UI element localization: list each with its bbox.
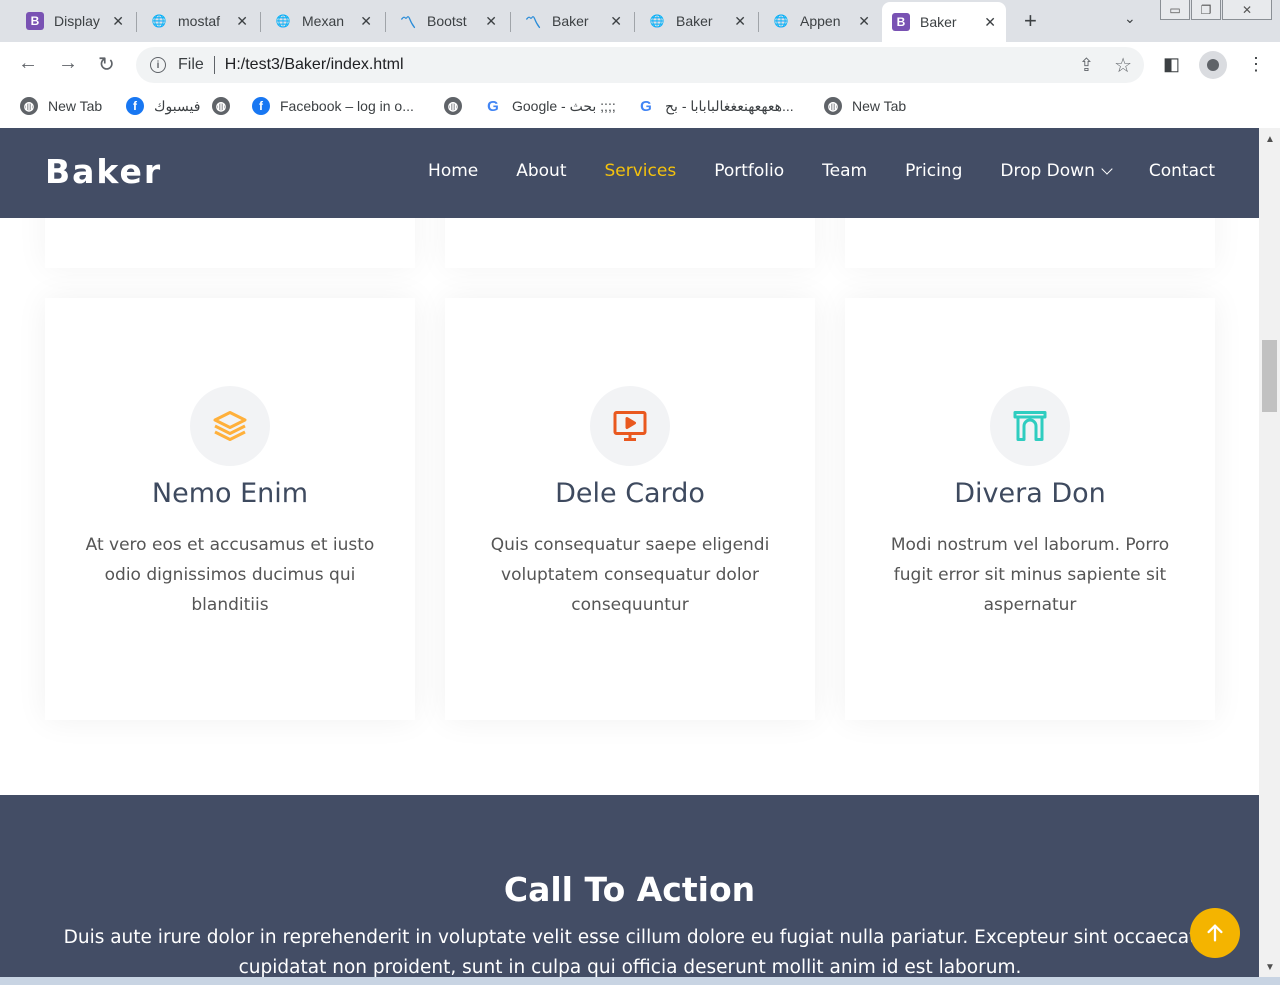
browser-tab[interactable]: 〽 Baker ✕ (514, 4, 632, 38)
nav-services[interactable]: Services (605, 161, 677, 181)
back-arrow-icon[interactable]: ← (18, 52, 38, 75)
bookmark-item[interactable]: ◍ New Tab (824, 97, 906, 115)
service-title: Dele Cardo (555, 478, 705, 509)
scroll-up-arrow-icon[interactable]: ▲ (1265, 134, 1275, 145)
bookmark-item[interactable]: f فيسبوك (126, 97, 200, 115)
service-card: Dele Cardo Quis consequatur saepe eligen… (445, 298, 815, 720)
globe-icon: ◍ (824, 97, 842, 115)
service-card: Divera Don Modi nostrum vel laborum. Por… (845, 298, 1215, 720)
scrollbar-thumb[interactable] (1262, 340, 1277, 412)
os-taskbar (0, 977, 1280, 985)
facebook-icon: f (252, 97, 270, 115)
bookmark-item[interactable]: ◍ New Tab (20, 97, 102, 115)
bookmark-item[interactable]: ◍ (444, 97, 472, 115)
minimize-button[interactable]: ▭ (1160, 0, 1190, 20)
close-tab-icon[interactable]: ✕ (236, 13, 248, 30)
google-icon: G (637, 97, 655, 115)
menu-dots-icon[interactable]: ⋮ (1247, 54, 1265, 75)
address-bar[interactable]: i File H:/test3/Baker/index.html ⇪ ☆ (136, 47, 1144, 83)
bootstrap-icon: B (892, 13, 910, 31)
browser-tab[interactable]: 〽 Bootst ✕ (389, 4, 507, 38)
google-icon: G (484, 97, 502, 115)
service-card: Nemo Enim At vero eos et accusamus et iu… (45, 298, 415, 720)
main-nav: Home About Services Portfolio Team Prici… (390, 161, 1215, 181)
nav-pricing[interactable]: Pricing (905, 161, 962, 181)
new-tab-button[interactable]: + (1024, 8, 1037, 34)
profile-avatar[interactable] (1199, 51, 1227, 79)
close-tab-icon[interactable]: ✕ (984, 14, 996, 31)
globe-icon: 🌐 (773, 14, 789, 28)
side-panel-icon[interactable]: ◧ (1163, 54, 1180, 75)
nav-dropdown-label: Drop Down (1000, 161, 1095, 181)
forward-arrow-icon[interactable]: → (58, 52, 78, 75)
page-viewport: excepturi Baker Home About Services Port… (0, 128, 1259, 985)
globe-icon: ◍ (444, 97, 462, 115)
globe-icon: ◍ (20, 97, 38, 115)
globe-icon: 🌐 (275, 14, 291, 28)
arrow-up-icon (1207, 924, 1223, 942)
globe-icon: 🌐 (151, 14, 167, 28)
close-tab-icon[interactable]: ✕ (610, 13, 622, 30)
close-window-button[interactable]: ✕ (1222, 0, 1272, 20)
bookmark-item[interactable]: f Facebook – log in o... (252, 97, 414, 115)
close-tab-icon[interactable]: ✕ (734, 13, 746, 30)
nav-dropdown[interactable]: Drop Down (1000, 161, 1113, 181)
nav-home[interactable]: Home (428, 161, 478, 181)
service-description: At vero eos et accusamus et iusto odio d… (85, 535, 375, 615)
browser-tab[interactable]: 🌐 mostaf ✕ (140, 4, 258, 38)
service-title: Nemo Enim (151, 478, 309, 509)
chevron-down-icon (1101, 163, 1113, 175)
browser-tab[interactable]: 🌐 Baker ✕ (638, 4, 756, 38)
wave-icon: 〽 (524, 15, 541, 32)
bookmark-item[interactable]: ◍ (212, 97, 240, 115)
browser-tab-active[interactable]: B Baker ✕ (882, 2, 1006, 42)
bookmark-star-icon[interactable]: ☆ (1114, 53, 1132, 78)
slideshow-icon (590, 386, 670, 466)
arch-icon (990, 386, 1070, 466)
bookmark-item[interactable]: G Google - بحث ;;;; (484, 97, 616, 115)
browser-tab[interactable]: 🌐 Mexan ✕ (264, 4, 382, 38)
service-title: Divera Don (954, 478, 1106, 509)
nav-team[interactable]: Team (822, 161, 867, 181)
chevron-down-icon[interactable]: ⌄ (1124, 10, 1136, 27)
cta-title: Call To Action (503, 870, 756, 909)
layers-icon (190, 386, 270, 466)
close-tab-icon[interactable]: ✕ (112, 13, 124, 30)
service-description: Quis consequatur saepe eligendi voluptat… (490, 535, 770, 615)
nav-portfolio[interactable]: Portfolio (714, 161, 784, 181)
nav-contact[interactable]: Contact (1149, 161, 1215, 181)
reload-icon[interactable]: ↻ (98, 52, 115, 77)
browser-tab[interactable]: B Display ✕ (16, 4, 134, 38)
browser-toolbar: ← → ↻ i File H:/test3/Baker/index.html ⇪… (0, 42, 1280, 88)
close-tab-icon[interactable]: ✕ (858, 13, 870, 30)
browser-tab[interactable]: 🌐 Appen ✕ (762, 4, 880, 38)
wave-icon: 〽 (399, 15, 416, 32)
url-text[interactable]: H:/test3/Baker/index.html (225, 56, 404, 74)
restore-button[interactable]: ❐ (1191, 0, 1221, 20)
facebook-icon: f (126, 97, 144, 115)
site-logo[interactable]: Baker (45, 152, 162, 191)
close-tab-icon[interactable]: ✕ (485, 13, 497, 30)
close-tab-icon[interactable]: ✕ (360, 13, 372, 30)
service-description: Modi nostrum vel laborum. Porro fugit er… (890, 535, 1170, 615)
scheme-label: File (178, 56, 204, 73)
back-to-top-button[interactable] (1190, 908, 1240, 958)
page-scrollbar[interactable]: ▲ ▼ (1259, 128, 1280, 977)
cta-text: Duis aute irure dolor in reprehenderit i… (63, 927, 1197, 978)
scroll-down-arrow-icon[interactable]: ▼ (1265, 962, 1275, 973)
globe-icon: 🌐 (649, 14, 665, 28)
nav-about[interactable]: About (516, 161, 566, 181)
bootstrap-icon: B (26, 12, 44, 30)
bookmark-item[interactable]: G هعهعهنعغغالبابابا - بح... (637, 97, 794, 115)
share-icon[interactable]: ⇪ (1079, 55, 1094, 76)
info-icon[interactable]: i (150, 57, 166, 73)
globe-icon: ◍ (212, 97, 230, 115)
site-header: Baker Home About Services Portfolio Team… (0, 128, 1259, 218)
bookmarks-bar: ◍ New Tab f فيسبوك ◍ f Facebook – log in o.… (0, 88, 1280, 128)
call-to-action-section: Call To Action Duis aute irure dolor in … (0, 795, 1259, 985)
browser-tab-bar: B Display ✕ 🌐 mostaf ✕ 🌐 Mexan ✕ 〽 Boots… (0, 0, 1280, 42)
